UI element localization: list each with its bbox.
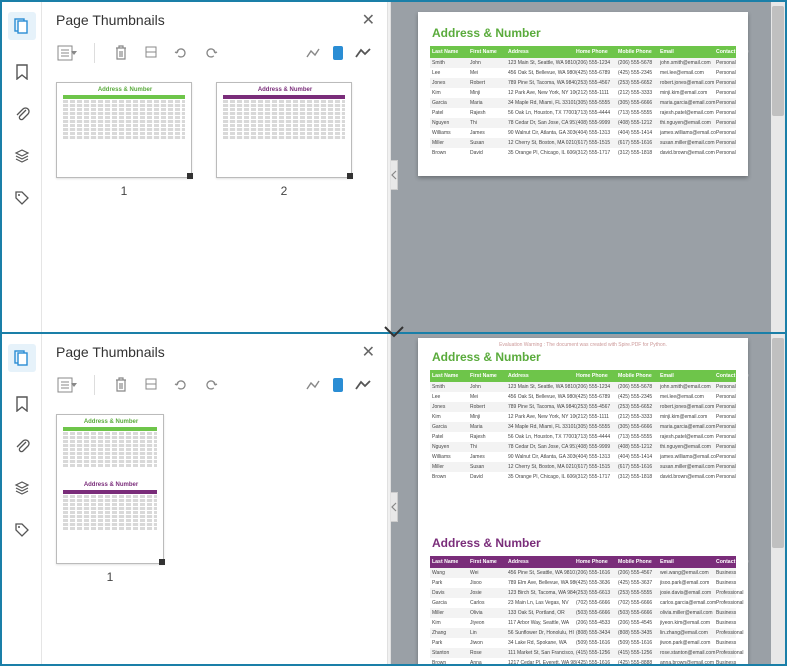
thumbnails-panel-bottom: Page Thumbnails ✕ Address & Number bbox=[42, 334, 387, 664]
document-area-bottom[interactable]: Evaluation Warning : The document was cr… bbox=[391, 334, 785, 664]
print-icon[interactable] bbox=[139, 374, 163, 396]
table-row: BrownDavid35 Orange Pl, Chicago, IL 6060… bbox=[430, 148, 736, 158]
close-icon[interactable]: ✕ bbox=[362, 10, 375, 30]
pane-top: Page Thumbnails ✕ Address & Number bbox=[1, 1, 786, 333]
options-dropdown[interactable] bbox=[56, 374, 80, 396]
tag-icon[interactable] bbox=[12, 520, 32, 540]
table-row: MillerOlivia133 Oak St, Portland, OR(503… bbox=[430, 608, 736, 618]
bookmark-icon[interactable] bbox=[12, 62, 32, 82]
doc-title: Address & Number bbox=[432, 350, 736, 364]
thumbnails-header: Page Thumbnails ✕ bbox=[42, 2, 387, 36]
thumbnails-icon[interactable] bbox=[8, 12, 36, 40]
thumb-page-1[interactable]: Address & Number 1 bbox=[56, 82, 192, 198]
table-row: NguyenThi78 Cedar Dr, San Jose, CA 95101… bbox=[430, 118, 736, 128]
table-row: MillerSusan12 Cherry St, Boston, MA 0210… bbox=[430, 138, 736, 148]
watermark-text: Evaluation Warning : The document was cr… bbox=[430, 342, 736, 348]
rotate-ccw-icon[interactable] bbox=[169, 42, 193, 64]
table-row: KimMinji12 Park Ave, New York, NY 10016(… bbox=[430, 412, 736, 422]
table-row: KimJiyeon117 Arbor Way, Seattle, WA(206)… bbox=[430, 618, 736, 628]
collapse-handle-icon[interactable] bbox=[391, 492, 398, 522]
thumbnails-panel-top: Page Thumbnails ✕ Address & Number bbox=[42, 2, 387, 332]
table-row: PatelRajesh56 Oak Ln, Houston, TX 77001(… bbox=[430, 108, 736, 118]
table-row: StantonRose111 Market St, San Francisco,… bbox=[430, 648, 736, 658]
collapse-handle-icon[interactable] bbox=[391, 160, 398, 190]
app-root: Page Thumbnails ✕ Address & Number bbox=[0, 0, 787, 666]
tag-icon[interactable] bbox=[12, 188, 32, 208]
attachment-icon[interactable] bbox=[12, 104, 32, 124]
table-row: GarciaMaria34 Maple Rd, Miami, FL 33101(… bbox=[430, 422, 736, 432]
table-row: WilliamsJames90 Walnut Cir, Atlanta, GA … bbox=[430, 452, 736, 462]
table-row: BrownDavid35 Orange Pl, Chicago, IL 6060… bbox=[430, 472, 736, 482]
thumbnails-icon[interactable] bbox=[8, 344, 36, 372]
scrollbar[interactable] bbox=[771, 334, 785, 664]
zoom-out-icon[interactable] bbox=[301, 42, 325, 64]
table-row: WilliamsJames90 Walnut Cir, Atlanta, GA … bbox=[430, 128, 736, 138]
attachment-icon[interactable] bbox=[12, 436, 32, 456]
table-row: BrownAnna1217 Cedar Pl, Everett, WA 9820… bbox=[430, 658, 736, 664]
table-row: LeeMei456 Oak St, Bellevue, WA 98004(425… bbox=[430, 68, 736, 78]
zoom-slider[interactable] bbox=[333, 378, 343, 392]
thumbnails-toolbar bbox=[42, 36, 387, 74]
print-icon[interactable] bbox=[139, 42, 163, 64]
rotate-cw-icon[interactable] bbox=[199, 42, 223, 64]
thumb-page-2[interactable]: Address & Number 2 bbox=[216, 82, 352, 198]
delete-icon[interactable] bbox=[109, 374, 133, 396]
panel-title: Page Thumbnails bbox=[56, 12, 165, 28]
table-row: GarciaMaria34 Maple Rd, Miami, FL 33101(… bbox=[430, 98, 736, 108]
table-row: ParkJiwon34 Lake Rd, Spokane, WA(509) 55… bbox=[430, 638, 736, 648]
table-row: WangWei456 Pine St, Seattle, WA 98101(20… bbox=[430, 568, 736, 578]
zoom-in-icon[interactable] bbox=[351, 374, 375, 396]
table-row: PatelRajesh56 Oak Ln, Houston, TX 77001(… bbox=[430, 432, 736, 442]
thumbnails-body-bottom: Address & Number Address & Number 1 bbox=[42, 406, 387, 664]
left-rail-bottom bbox=[2, 334, 42, 664]
doc-title: Address & Number bbox=[432, 26, 736, 40]
panel-title: Page Thumbnails bbox=[56, 344, 165, 360]
layers-icon[interactable] bbox=[12, 478, 32, 498]
document-page-merged: Evaluation Warning : The document was cr… bbox=[418, 338, 748, 664]
doc-title-2: Address & Number bbox=[432, 536, 736, 550]
document-area-top[interactable]: Address & Number Last NameFirst NameAddr… bbox=[391, 2, 785, 332]
layers-icon[interactable] bbox=[12, 146, 32, 166]
scrollbar[interactable] bbox=[771, 2, 785, 332]
pane-bottom: Page Thumbnails ✕ Address & Number bbox=[1, 333, 786, 665]
rotate-cw-icon[interactable] bbox=[199, 374, 223, 396]
table-row: MillerSusan12 Cherry St, Boston, MA 0210… bbox=[430, 462, 736, 472]
table-row: JonesRobert789 Pine St, Tacoma, WA 98402… bbox=[430, 78, 736, 88]
table-row: NguyenThi78 Cedar Dr, San Jose, CA 95101… bbox=[430, 442, 736, 452]
options-dropdown[interactable] bbox=[56, 42, 80, 64]
thumb-page-1-merged[interactable]: Address & Number Address & Number 1 bbox=[56, 414, 164, 584]
bookmark-icon[interactable] bbox=[12, 394, 32, 414]
table-row: JonesRobert789 Pine St, Tacoma, WA 98402… bbox=[430, 402, 736, 412]
zoom-out-icon[interactable] bbox=[301, 374, 325, 396]
document-page-1: Address & Number Last NameFirst NameAddr… bbox=[418, 12, 748, 176]
zoom-slider[interactable] bbox=[333, 46, 343, 60]
table-row: ParkJisoo789 Elm Ave, Bellevue, WA 98004… bbox=[430, 578, 736, 588]
table-row: KimMinji12 Park Ave, New York, NY 10016(… bbox=[430, 88, 736, 98]
left-rail-top bbox=[2, 2, 42, 332]
zoom-in-icon[interactable] bbox=[351, 42, 375, 64]
rotate-ccw-icon[interactable] bbox=[169, 374, 193, 396]
table-row: SmithJohn123 Main St, Seattle, WA 98101(… bbox=[430, 382, 736, 392]
close-icon[interactable]: ✕ bbox=[362, 342, 375, 362]
table-row: GarciaCarlos23 Main Ln, Las Vegas, NV(70… bbox=[430, 598, 736, 608]
table-row: SmithJohn123 Main St, Seattle, WA 98101(… bbox=[430, 58, 736, 68]
table-row: LeeMei456 Oak St, Bellevue, WA 98004(425… bbox=[430, 392, 736, 402]
table-row: ZhangLin56 Sunflower Dr, Honolulu, HI(80… bbox=[430, 628, 736, 638]
table-row: DavisJosie123 Birch St, Tacoma, WA 98402… bbox=[430, 588, 736, 598]
thumbnails-body-top: Address & Number 1 Address & Number 2 bbox=[42, 74, 387, 332]
thumbnails-header: Page Thumbnails ✕ bbox=[42, 334, 387, 368]
thumbnails-toolbar bbox=[42, 368, 387, 406]
delete-icon[interactable] bbox=[109, 42, 133, 64]
